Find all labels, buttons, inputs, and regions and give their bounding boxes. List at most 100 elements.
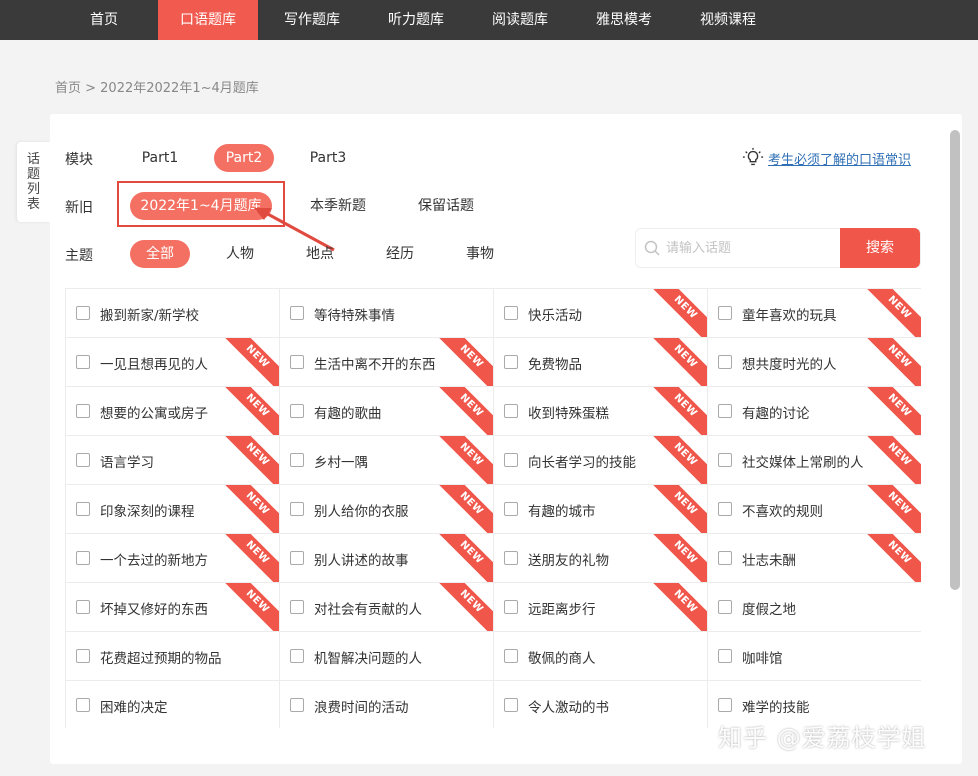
topic-label[interactable]: 想共度时光的人 xyxy=(742,353,837,373)
nav-item-reading[interactable]: 阅读题库 xyxy=(474,0,566,40)
topic-checkbox[interactable] xyxy=(718,698,732,712)
topic-label[interactable]: 想要的公寓或房子 xyxy=(100,402,208,422)
topic-checkbox[interactable] xyxy=(290,649,304,663)
topic-item[interactable]: 远距离步行 NEW xyxy=(494,583,708,632)
topic-checkbox[interactable] xyxy=(76,698,90,712)
topic-checkbox[interactable] xyxy=(504,502,518,516)
topic-item[interactable]: 等待特殊事情 xyxy=(280,289,494,338)
topic-item[interactable]: 想要的公寓或房子 NEW xyxy=(66,387,280,436)
nav-item-writing[interactable]: 写作题库 xyxy=(266,0,358,40)
topic-item[interactable]: 别人给你的衣服 NEW xyxy=(280,485,494,534)
module-option-part2[interactable]: Part2 xyxy=(214,144,274,172)
search-button[interactable]: 搜索 xyxy=(840,228,920,268)
theme-option-people[interactable]: 人物 xyxy=(210,240,270,268)
topic-item[interactable]: 壮志未酬 NEW xyxy=(708,534,921,583)
topic-label[interactable]: 令人激动的书 xyxy=(528,696,609,716)
topic-checkbox[interactable] xyxy=(76,306,90,320)
age-option-retained-topics[interactable]: 保留话题 xyxy=(406,192,486,220)
topic-item[interactable]: 送朋友的礼物 NEW xyxy=(494,534,708,583)
speaking-tips-link[interactable]: 考生必须了解的口语常识 xyxy=(742,147,911,169)
theme-option-experiences[interactable]: 经历 xyxy=(370,240,430,268)
topic-checkbox[interactable] xyxy=(76,502,90,516)
topic-label[interactable]: 远距离步行 xyxy=(528,598,596,618)
topic-item[interactable]: 别人讲述的故事 NEW xyxy=(280,534,494,583)
topic-label[interactable]: 印象深刻的课程 xyxy=(100,500,195,520)
topic-item[interactable]: 搬到新家/新学校 xyxy=(66,289,280,338)
topic-checkbox[interactable] xyxy=(718,404,732,418)
topic-checkbox[interactable] xyxy=(718,306,732,320)
topic-checkbox[interactable] xyxy=(718,502,732,516)
topic-checkbox[interactable] xyxy=(290,306,304,320)
topic-checkbox[interactable] xyxy=(504,600,518,614)
topic-item[interactable]: 有趣的城市 NEW xyxy=(494,485,708,534)
topic-label[interactable]: 收到特殊蛋糕 xyxy=(528,402,609,422)
topic-item[interactable]: 花费超过预期的物品 xyxy=(66,632,280,681)
nav-item-speaking[interactable]: 口语题库 xyxy=(158,0,258,40)
speaking-tips-link-text[interactable]: 考生必须了解的口语常识 xyxy=(768,149,911,168)
topic-checkbox[interactable] xyxy=(76,404,90,418)
topic-checkbox[interactable] xyxy=(504,355,518,369)
topic-item[interactable]: 令人激动的书 xyxy=(494,681,708,728)
topic-item[interactable]: 机智解决问题的人 xyxy=(280,632,494,681)
topic-item[interactable]: 免费物品 NEW xyxy=(494,338,708,387)
topic-checkbox[interactable] xyxy=(76,551,90,565)
topic-item[interactable]: 乡村一隅 NEW xyxy=(280,436,494,485)
module-option-part3[interactable]: Part3 xyxy=(298,144,358,172)
topic-checkbox[interactable] xyxy=(504,698,518,712)
topic-item[interactable]: 有趣的歌曲 NEW xyxy=(280,387,494,436)
topic-item[interactable]: 想共度时光的人 NEW xyxy=(708,338,921,387)
topic-label[interactable]: 别人讲述的故事 xyxy=(314,549,409,569)
topic-label[interactable]: 有趣的讨论 xyxy=(742,402,810,422)
topic-item[interactable]: 对社会有贡献的人 NEW xyxy=(280,583,494,632)
theme-option-places[interactable]: 地点 xyxy=(290,240,350,268)
topic-item[interactable]: 童年喜欢的玩具 NEW xyxy=(708,289,921,338)
topic-label[interactable]: 机智解决问题的人 xyxy=(314,647,422,667)
topic-checkbox[interactable] xyxy=(718,551,732,565)
topic-item[interactable]: 度假之地 xyxy=(708,583,921,632)
topic-item[interactable]: 不喜欢的规则 NEW xyxy=(708,485,921,534)
topic-checkbox[interactable] xyxy=(504,404,518,418)
topic-item[interactable]: 困难的决定 xyxy=(66,681,280,728)
topic-label[interactable]: 语言学习 xyxy=(100,451,154,471)
topic-checkbox[interactable] xyxy=(504,306,518,320)
topic-checkbox[interactable] xyxy=(504,453,518,467)
nav-item-mock-test[interactable]: 雅思模考 xyxy=(578,0,670,40)
topic-checkbox[interactable] xyxy=(76,355,90,369)
topic-label[interactable]: 有趣的城市 xyxy=(528,500,596,520)
search-input[interactable] xyxy=(666,237,836,259)
topic-checkbox[interactable] xyxy=(290,355,304,369)
topic-label[interactable]: 一见且想再见的人 xyxy=(100,353,208,373)
topic-checkbox[interactable] xyxy=(504,551,518,565)
topic-item[interactable]: 坏掉又修好的东西 NEW xyxy=(66,583,280,632)
topic-label[interactable]: 咖啡馆 xyxy=(742,647,783,667)
topic-item[interactable]: 咖啡馆 xyxy=(708,632,921,681)
topic-label[interactable]: 快乐活动 xyxy=(528,304,582,324)
topic-label[interactable]: 社交媒体上常刷的人 xyxy=(742,451,864,471)
topic-label[interactable]: 免费物品 xyxy=(528,353,582,373)
topic-checkbox[interactable] xyxy=(718,453,732,467)
topic-item[interactable]: 语言学习 NEW xyxy=(66,436,280,485)
topic-item[interactable]: 生活中离不开的东西 NEW xyxy=(280,338,494,387)
nav-item-video-courses[interactable]: 视频课程 xyxy=(682,0,774,40)
topic-label[interactable]: 难学的技能 xyxy=(742,696,810,716)
topic-item[interactable]: 一见且想再见的人 NEW xyxy=(66,338,280,387)
scrollbar[interactable] xyxy=(950,130,960,770)
topic-list-side-tab[interactable]: 话 题 列 表 xyxy=(17,142,50,222)
topic-item[interactable]: 敬佩的商人 xyxy=(494,632,708,681)
topic-label[interactable]: 一个去过的新地方 xyxy=(100,549,208,569)
topic-label[interactable]: 敬佩的商人 xyxy=(528,647,596,667)
topic-label[interactable]: 浪费时间的活动 xyxy=(314,696,409,716)
topic-checkbox[interactable] xyxy=(290,502,304,516)
topic-label[interactable]: 搬到新家/新学校 xyxy=(100,304,199,324)
topic-label[interactable]: 乡村一隅 xyxy=(314,451,368,471)
scrollbar-thumb[interactable] xyxy=(950,130,960,590)
breadcrumb[interactable]: 首页 > 2022年2022年1~4月题库 xyxy=(55,77,259,96)
nav-item-listening[interactable]: 听力题库 xyxy=(370,0,462,40)
topic-item[interactable]: 快乐活动 NEW xyxy=(494,289,708,338)
topic-item[interactable]: 社交媒体上常刷的人 NEW xyxy=(708,436,921,485)
topic-item[interactable]: 一个去过的新地方 NEW xyxy=(66,534,280,583)
topic-item[interactable]: 浪费时间的活动 xyxy=(280,681,494,728)
topic-checkbox[interactable] xyxy=(76,453,90,467)
topic-label[interactable]: 不喜欢的规则 xyxy=(742,500,823,520)
topic-checkbox[interactable] xyxy=(718,649,732,663)
